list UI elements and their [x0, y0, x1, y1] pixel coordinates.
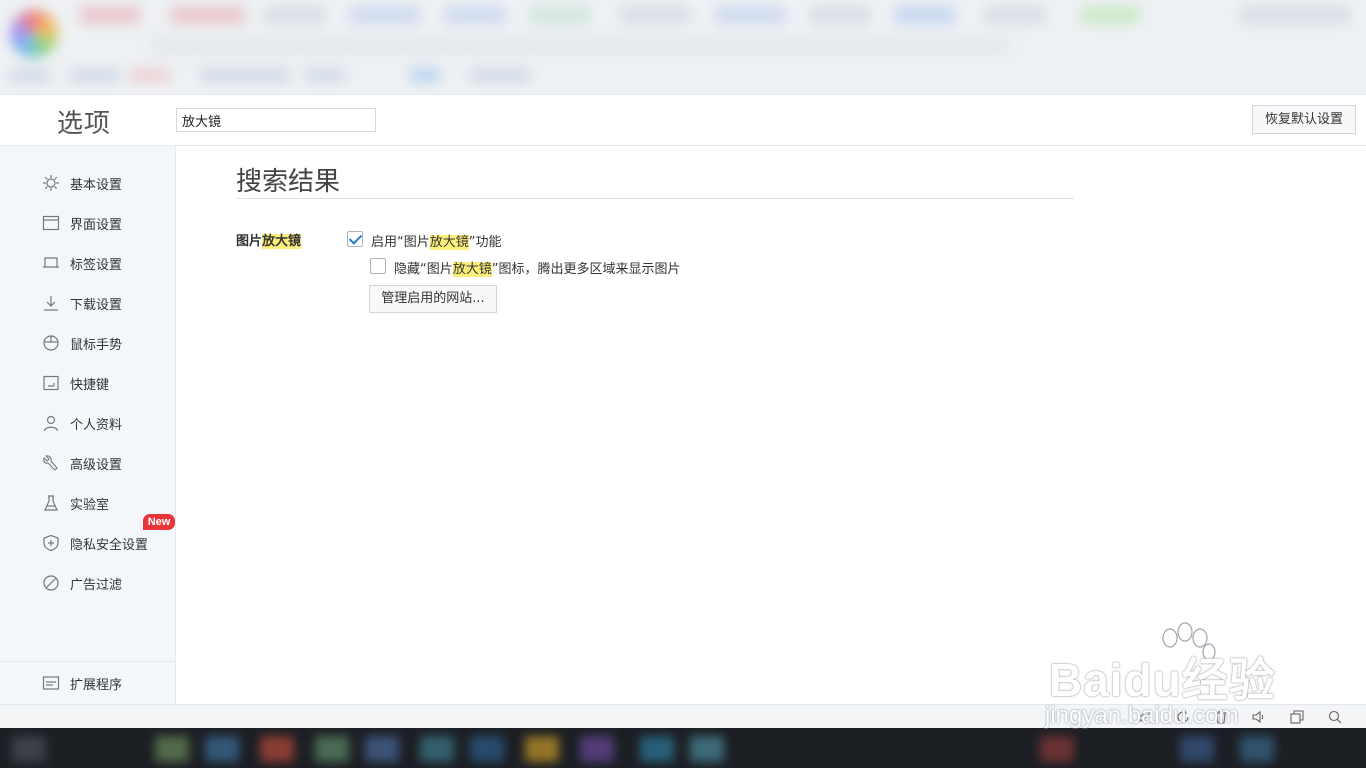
sidebar-item-extensions[interactable]: 扩展程序 — [0, 663, 176, 703]
sidebar-item-tabs[interactable]: 标签设置 — [0, 243, 176, 283]
user-icon — [43, 415, 59, 432]
options-header: 选项 恢复默认设置 — [0, 95, 1366, 146]
sidebar-item-label: 个人资料 — [70, 418, 123, 433]
sidebar-item-interface[interactable]: 界面设置 — [0, 203, 176, 243]
browser-logo — [10, 10, 58, 58]
sidebar-item-label: 标签设置 — [70, 258, 123, 273]
extensions-icon — [42, 676, 60, 690]
sidebar-item-label: 基本设置 — [70, 178, 123, 193]
page-title: 选项 — [57, 109, 112, 139]
search-icon[interactable] — [1328, 710, 1342, 724]
search-highlight: 放大镜 — [429, 235, 469, 250]
search-highlight: 放大镜 — [262, 234, 302, 249]
block-icon — [43, 575, 59, 591]
search-input[interactable] — [176, 108, 376, 132]
search-highlight: 放大镜 — [452, 262, 492, 277]
sidebar-item-label: 高级设置 — [70, 458, 123, 473]
tab-icon — [43, 257, 59, 268]
sidebar-item-shortcuts[interactable]: 快捷键 — [0, 363, 176, 403]
sidebar-item-profile[interactable]: 个人资料 — [0, 403, 176, 443]
os-taskbar — [0, 728, 1366, 768]
heading-divider — [236, 198, 1074, 199]
browser-chrome — [0, 0, 1366, 95]
sidebar-item-label: 下载设置 — [70, 298, 123, 313]
sidebar-item-label: 实验室 — [70, 498, 110, 513]
enable-magnifier-checkbox[interactable] — [347, 231, 363, 247]
mouse-icon — [43, 335, 59, 351]
section-label: 图片放大镜 — [236, 234, 302, 249]
sidebar-item-download[interactable]: 下载设置 — [0, 283, 176, 323]
sidebar-item-label: 快捷键 — [70, 378, 110, 393]
sidebar-item-label: 鼠标手势 — [70, 338, 123, 353]
download-icon — [44, 296, 58, 311]
results-heading: 搜索结果 — [236, 167, 341, 197]
sidebar-item-label: 隐私安全设置 — [70, 538, 149, 553]
hide-magnifier-icon-label[interactable]: 隐藏“图片放大镜”图标，腾出更多区域来显示图片 — [394, 258, 681, 277]
sidebar-divider — [0, 661, 175, 662]
sidebar: 基本设置 界面设置 标签设置 下载设置 鼠标手势 快捷键 个人资料 高级设置 实… — [0, 146, 176, 704]
window-icon — [42, 215, 60, 231]
restore-defaults-button[interactable]: 恢复默认设置 — [1252, 105, 1356, 134]
sidebar-item-basic[interactable]: 基本设置 — [0, 163, 176, 203]
sidebar-item-adblock[interactable]: 广告过滤 — [0, 563, 176, 603]
manage-sites-button[interactable]: 管理启用的网站... — [369, 285, 497, 313]
sidebar-item-label: 界面设置 — [70, 218, 123, 233]
sidebar-item-mouse-gesture[interactable]: 鼠标手势 — [0, 323, 176, 363]
sidebar-item-advanced[interactable]: 高级设置 — [0, 443, 176, 483]
keyboard-icon — [43, 375, 59, 391]
sidebar-item-label: 广告过滤 — [70, 578, 123, 593]
flask-icon — [44, 495, 58, 511]
sidebar-item-privacy[interactable]: 隐私安全设置 — [0, 523, 176, 563]
enable-magnifier-label[interactable]: 启用“图片放大镜”功能 — [371, 231, 502, 250]
hide-magnifier-icon-checkbox[interactable] — [370, 258, 386, 274]
sidebar-item-label: 扩展程序 — [70, 678, 123, 693]
shield-icon — [43, 534, 59, 552]
wrench-icon — [43, 455, 58, 471]
baidu-jingyan-watermark: Baidu经验 jingyan.baidu.com — [1045, 620, 1295, 730]
gear-icon — [43, 175, 59, 191]
